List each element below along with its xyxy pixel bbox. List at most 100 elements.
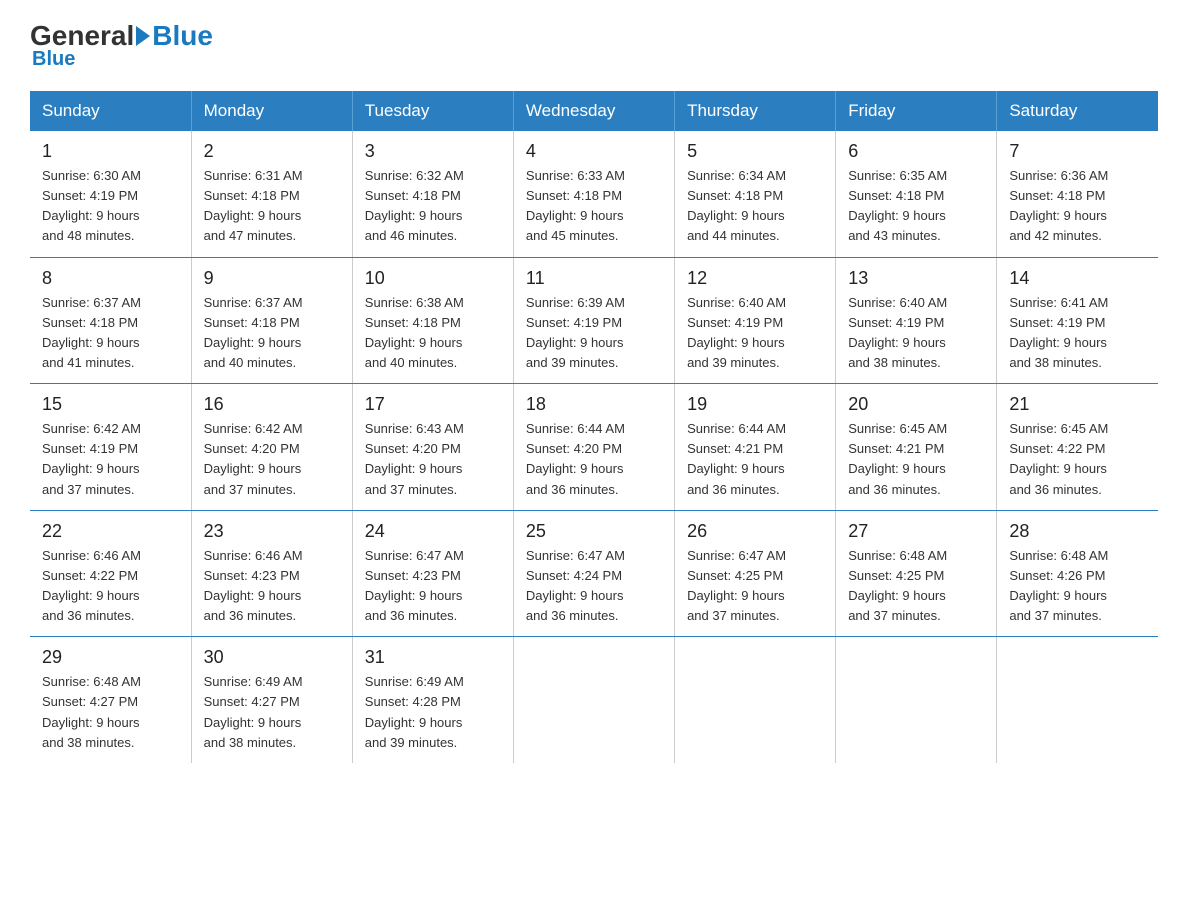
day-number: 12 [687, 268, 823, 289]
calendar-cell: 11 Sunrise: 6:39 AMSunset: 4:19 PMDayligh… [513, 257, 674, 384]
day-number: 10 [365, 268, 501, 289]
day-number: 8 [42, 268, 179, 289]
day-info: Sunrise: 6:48 AMSunset: 4:27 PMDaylight:… [42, 672, 179, 753]
calendar-cell: 4 Sunrise: 6:33 AMSunset: 4:18 PMDaylight… [513, 131, 674, 257]
calendar-cell: 6Sunrise: 6:35 AMSunset: 4:18 PMDaylight… [836, 131, 997, 257]
day-number: 11 [526, 268, 662, 289]
weekday-header-sunday: Sunday [30, 91, 191, 131]
calendar-cell: 27Sunrise: 6:48 AMSunset: 4:25 PMDayligh… [836, 510, 997, 637]
logo: General Blue Blue [30, 20, 213, 71]
day-number: 18 [526, 394, 662, 415]
day-info: Sunrise: 6:33 AMSunset: 4:18 PMDaylight:… [526, 166, 662, 247]
day-info: Sunrise: 6:34 AMSunset: 4:18 PMDaylight:… [687, 166, 823, 247]
day-info: Sunrise: 6:46 AMSunset: 4:22 PMDaylight:… [42, 546, 179, 627]
week-row-3: 15Sunrise: 6:42 AMSunset: 4:19 PMDayligh… [30, 384, 1158, 511]
day-info: Sunrise: 6:49 AMSunset: 4:28 PMDaylight:… [365, 672, 501, 753]
day-info: Sunrise: 6:47 AMSunset: 4:25 PMDaylight:… [687, 546, 823, 627]
day-number: 2 [204, 141, 340, 162]
day-number: 24 [365, 521, 501, 542]
day-info: Sunrise: 6:37 AMSunset: 4:18 PMDaylight:… [204, 293, 340, 374]
day-info: Sunrise: 6:49 AMSunset: 4:27 PMDaylight:… [204, 672, 340, 753]
day-info: Sunrise: 6:32 AMSunset: 4:18 PMDaylight:… [365, 166, 501, 247]
day-number: 16 [204, 394, 340, 415]
calendar-cell: 7 Sunrise: 6:36 AMSunset: 4:18 PMDaylight… [997, 131, 1158, 257]
day-number: 4 [526, 141, 662, 162]
calendar-cell: 17 Sunrise: 6:43 AMSunset: 4:20 PMDayligh… [352, 384, 513, 511]
week-row-1: 1 Sunrise: 6:30 AMSunset: 4:19 PMDaylight… [30, 131, 1158, 257]
week-row-2: 8 Sunrise: 6:37 AMSunset: 4:18 PMDaylight… [30, 257, 1158, 384]
weekday-header-monday: Monday [191, 91, 352, 131]
calendar-cell: 18 Sunrise: 6:44 AMSunset: 4:20 PMDayligh… [513, 384, 674, 511]
day-number: 26 [687, 521, 823, 542]
day-info: Sunrise: 6:46 AMSunset: 4:23 PMDaylight:… [204, 546, 340, 627]
calendar-cell: 19 Sunrise: 6:44 AMSunset: 4:21 PMDayligh… [675, 384, 836, 511]
calendar-cell: 16Sunrise: 6:42 AMSunset: 4:20 PMDayligh… [191, 384, 352, 511]
day-info: Sunrise: 6:48 AMSunset: 4:26 PMDaylight:… [1009, 546, 1146, 627]
calendar-cell: 24 Sunrise: 6:47 AMSunset: 4:23 PMDayligh… [352, 510, 513, 637]
calendar-cell: 3Sunrise: 6:32 AMSunset: 4:18 PMDaylight… [352, 131, 513, 257]
calendar-cell: 22Sunrise: 6:46 AMSunset: 4:22 PMDayligh… [30, 510, 191, 637]
calendar-cell [513, 637, 674, 763]
calendar-cell: 26 Sunrise: 6:47 AMSunset: 4:25 PMDayligh… [675, 510, 836, 637]
day-info: Sunrise: 6:42 AMSunset: 4:19 PMDaylight:… [42, 419, 179, 500]
day-info: Sunrise: 6:31 AMSunset: 4:18 PMDaylight:… [204, 166, 340, 247]
day-number: 19 [687, 394, 823, 415]
day-number: 21 [1009, 394, 1146, 415]
week-row-5: 29 Sunrise: 6:48 AMSunset: 4:27 PMDayligh… [30, 637, 1158, 763]
day-info: Sunrise: 6:40 AMSunset: 4:19 PMDaylight:… [848, 293, 984, 374]
calendar-cell: 1 Sunrise: 6:30 AMSunset: 4:19 PMDaylight… [30, 131, 191, 257]
day-number: 6 [848, 141, 984, 162]
day-info: Sunrise: 6:43 AMSunset: 4:20 PMDaylight:… [365, 419, 501, 500]
day-info: Sunrise: 6:45 AMSunset: 4:21 PMDaylight:… [848, 419, 984, 500]
day-info: Sunrise: 6:47 AMSunset: 4:23 PMDaylight:… [365, 546, 501, 627]
day-number: 5 [687, 141, 823, 162]
weekday-header-row: SundayMondayTuesdayWednesdayThursdayFrid… [30, 91, 1158, 131]
calendar-cell: 12 Sunrise: 6:40 AMSunset: 4:19 PMDayligh… [675, 257, 836, 384]
day-number: 23 [204, 521, 340, 542]
logo-blue-text: Blue [152, 20, 213, 52]
day-info: Sunrise: 6:30 AMSunset: 4:19 PMDaylight:… [42, 166, 179, 247]
day-info: Sunrise: 6:36 AMSunset: 4:18 PMDaylight:… [1009, 166, 1146, 247]
calendar-cell [997, 637, 1158, 763]
week-row-4: 22Sunrise: 6:46 AMSunset: 4:22 PMDayligh… [30, 510, 1158, 637]
day-number: 29 [42, 647, 179, 668]
calendar-cell: 30 Sunrise: 6:49 AMSunset: 4:27 PMDayligh… [191, 637, 352, 763]
day-number: 31 [365, 647, 501, 668]
day-number: 30 [204, 647, 340, 668]
day-number: 20 [848, 394, 984, 415]
weekday-header-saturday: Saturday [997, 91, 1158, 131]
header: General Blue Blue [30, 20, 1158, 71]
calendar-cell [836, 637, 997, 763]
calendar-cell: 23 Sunrise: 6:46 AMSunset: 4:23 PMDayligh… [191, 510, 352, 637]
calendar-cell: 28 Sunrise: 6:48 AMSunset: 4:26 PMDayligh… [997, 510, 1158, 637]
calendar-cell: 9 Sunrise: 6:37 AMSunset: 4:18 PMDaylight… [191, 257, 352, 384]
calendar-cell: 8Sunrise: 6:37 AMSunset: 4:18 PMDaylight… [30, 257, 191, 384]
calendar-cell: 10 Sunrise: 6:38 AMSunset: 4:18 PMDayligh… [352, 257, 513, 384]
calendar-cell: 14Sunrise: 6:41 AMSunset: 4:19 PMDayligh… [997, 257, 1158, 384]
day-info: Sunrise: 6:39 AMSunset: 4:19 PMDaylight:… [526, 293, 662, 374]
day-info: Sunrise: 6:40 AMSunset: 4:19 PMDaylight:… [687, 293, 823, 374]
day-info: Sunrise: 6:41 AMSunset: 4:19 PMDaylight:… [1009, 293, 1146, 374]
calendar-cell: 2 Sunrise: 6:31 AMSunset: 4:18 PMDaylight… [191, 131, 352, 257]
weekday-header-wednesday: Wednesday [513, 91, 674, 131]
calendar-cell: 29 Sunrise: 6:48 AMSunset: 4:27 PMDayligh… [30, 637, 191, 763]
day-number: 7 [1009, 141, 1146, 162]
logo-underline: Blue [32, 48, 75, 71]
calendar-cell: 5 Sunrise: 6:34 AMSunset: 4:18 PMDaylight… [675, 131, 836, 257]
calendar-table: SundayMondayTuesdayWednesdayThursdayFrid… [30, 91, 1158, 763]
day-info: Sunrise: 6:47 AMSunset: 4:24 PMDaylight:… [526, 546, 662, 627]
calendar-cell: 21Sunrise: 6:45 AMSunset: 4:22 PMDayligh… [997, 384, 1158, 511]
day-info: Sunrise: 6:38 AMSunset: 4:18 PMDaylight:… [365, 293, 501, 374]
day-info: Sunrise: 6:44 AMSunset: 4:20 PMDaylight:… [526, 419, 662, 500]
calendar-cell: 13Sunrise: 6:40 AMSunset: 4:19 PMDayligh… [836, 257, 997, 384]
day-number: 9 [204, 268, 340, 289]
logo-triangle-icon [136, 26, 150, 46]
calendar-cell [675, 637, 836, 763]
weekday-header-friday: Friday [836, 91, 997, 131]
day-number: 28 [1009, 521, 1146, 542]
day-number: 1 [42, 141, 179, 162]
day-info: Sunrise: 6:44 AMSunset: 4:21 PMDaylight:… [687, 419, 823, 500]
day-number: 17 [365, 394, 501, 415]
calendar-cell: 20 Sunrise: 6:45 AMSunset: 4:21 PMDayligh… [836, 384, 997, 511]
day-number: 27 [848, 521, 984, 542]
